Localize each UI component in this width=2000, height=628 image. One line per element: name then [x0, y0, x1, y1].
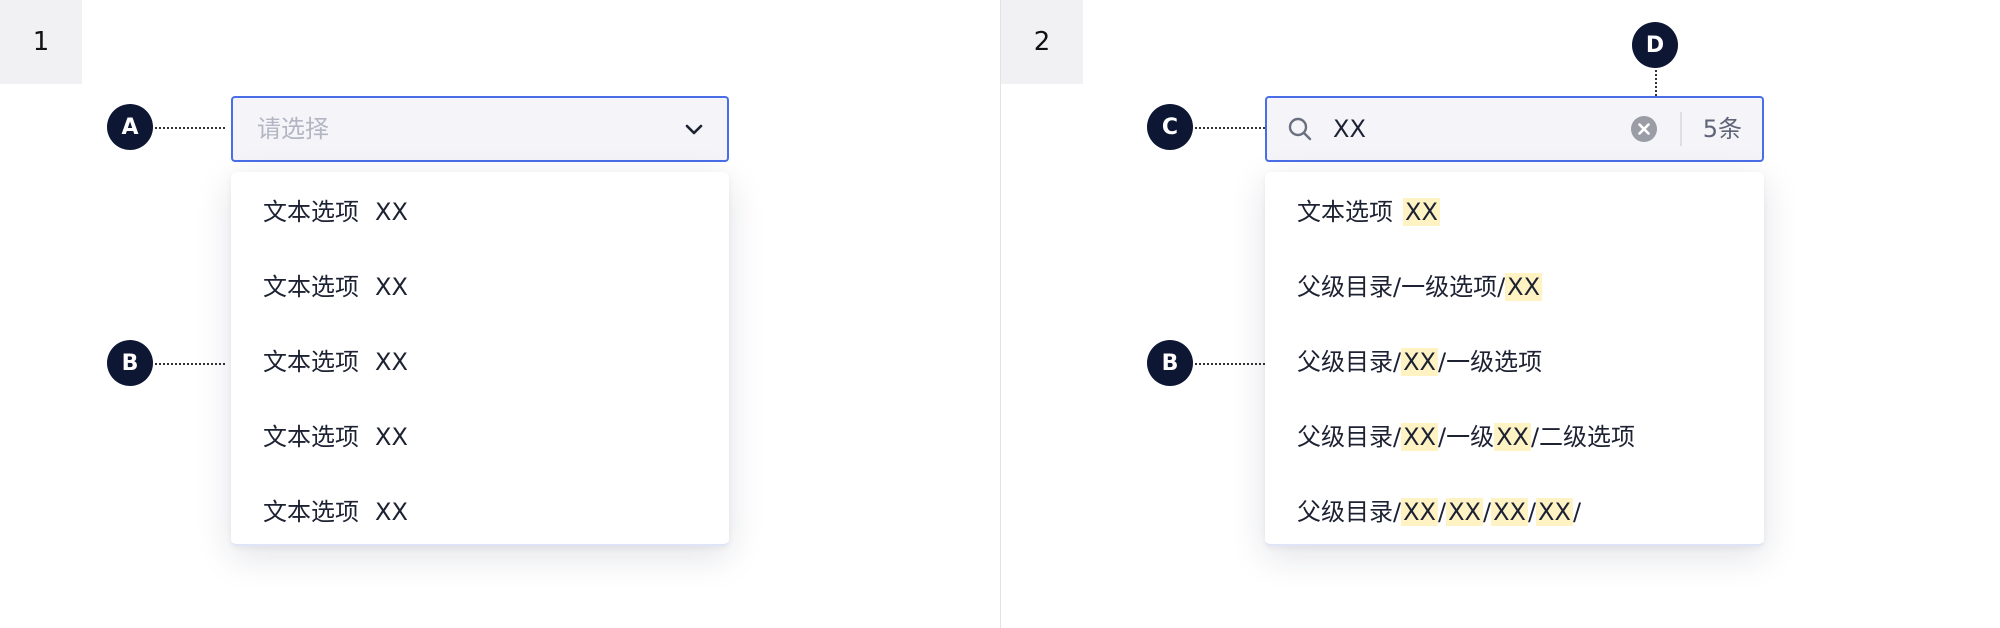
callout-c: C: [1147, 104, 1193, 150]
search-value: XX: [1333, 115, 1366, 143]
panel-1: 1 A B 请选择 文本选项 XX 文本选项 XX 文本选项 XX 文本选项 XX 文本…: [0, 0, 1000, 628]
options-dropdown: 文本选项 XX 文本选项 XX 文本选项 XX 文本选项 XX 文本选项 XX: [231, 172, 729, 546]
callout-b: B: [107, 340, 153, 386]
callout-b: B: [1147, 340, 1193, 386]
option-item[interactable]: 文本选项 XX: [263, 194, 408, 230]
result-item[interactable]: 父级目录/XX/一级选项: [1297, 344, 1542, 380]
callout-a: A: [107, 104, 153, 150]
option-item[interactable]: 文本选项 XX: [263, 344, 408, 380]
option-item[interactable]: 文本选项 XX: [263, 419, 408, 455]
callout-b-leader: [155, 363, 225, 365]
search-field[interactable]: XX 5条: [1265, 96, 1764, 162]
result-text: /: [1482, 498, 1492, 526]
match-highlight: XX: [1494, 423, 1531, 451]
result-text: 父级目录/一级选项/: [1297, 273, 1506, 301]
match-highlight: XX: [1403, 198, 1440, 226]
callout-b-leader: [1195, 363, 1265, 365]
result-text: /: [1527, 498, 1537, 526]
match-highlight: XX: [1536, 498, 1573, 526]
result-item[interactable]: 父级目录/XX/XX/XX/XX/: [1297, 494, 1581, 530]
callout-a-leader: [155, 127, 225, 129]
result-text: 文本选项: [1297, 198, 1393, 226]
result-item[interactable]: 父级目录/一级选项/XX: [1297, 269, 1543, 305]
option-item[interactable]: 文本选项 XX: [263, 269, 408, 305]
chevron-down-icon[interactable]: [683, 118, 705, 140]
select-field[interactable]: 请选择: [231, 96, 729, 162]
match-highlight: XX: [1401, 423, 1438, 451]
panel-number: 1: [0, 0, 82, 84]
results-dropdown: 文本选项 XX 父级目录/一级选项/XX 父级目录/XX/一级选项 父级目录/XX/一级…: [1265, 172, 1764, 546]
result-count: 5条: [1702, 115, 1742, 143]
result-text: 父级目录/: [1297, 498, 1402, 526]
result-text: 父级目录/: [1297, 348, 1402, 376]
result-text: 父级目录/: [1297, 423, 1402, 451]
match-highlight: XX: [1446, 498, 1483, 526]
panel-number: 2: [1001, 0, 1083, 84]
result-item[interactable]: 文本选项 XX: [1297, 194, 1440, 230]
result-text: /一级: [1437, 423, 1495, 451]
match-highlight: XX: [1491, 498, 1528, 526]
result-item[interactable]: 父级目录/XX/一级XX/二级选项: [1297, 419, 1635, 455]
match-highlight: XX: [1505, 273, 1543, 301]
result-text: /: [1572, 498, 1582, 526]
option-item[interactable]: 文本选项 XX: [263, 494, 408, 530]
clear-icon[interactable]: [1630, 115, 1658, 143]
select-placeholder: 请选择: [257, 115, 329, 143]
panel-2: 2 C B D XX 5条 文本选项 XX 父级目录/一级选项/XX 父级目录/XX/…: [1001, 0, 2000, 628]
result-text: /: [1437, 498, 1447, 526]
callout-c-leader: [1195, 127, 1265, 129]
search-icon: [1288, 117, 1312, 141]
result-text: /一级选项: [1437, 348, 1543, 376]
result-text: /二级选项: [1530, 423, 1636, 451]
match-highlight: XX: [1401, 498, 1438, 526]
match-highlight: XX: [1401, 348, 1438, 376]
field-separator: [1680, 112, 1682, 146]
callout-d: D: [1632, 22, 1678, 68]
